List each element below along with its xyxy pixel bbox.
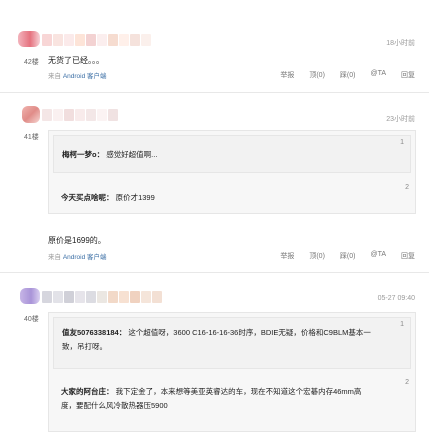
post-time: 23小时前 (386, 116, 415, 123)
quote-author[interactable]: 值友5076338184： (62, 328, 126, 337)
post-actions: 举报 顶(0) 踩(0) @TA 回复 (280, 251, 415, 261)
floor-number: 41楼 (24, 134, 39, 141)
quote-text: 值友5076338184： 这个超值呀，3600 C16-16-16-36时序，… (62, 326, 371, 354)
quote-body: 感觉好超值啊... (106, 150, 158, 159)
source-prefix: 来自 (48, 73, 61, 80)
quote-body: 原价才1399 (115, 193, 155, 202)
quote-number: 2 (405, 184, 409, 191)
username-blurred[interactable] (42, 290, 163, 303)
report-button[interactable]: 举报 (280, 70, 294, 80)
report-button[interactable]: 举报 (280, 251, 294, 261)
quote-number: 2 (405, 379, 409, 386)
nested-quote-block: 1 值友5076338184： 这个超值呀，3600 C16-16-16-36时… (53, 317, 411, 369)
quote-author[interactable]: 今天买点啥呢： (61, 193, 114, 202)
post-time: 05-27 09:40 (377, 295, 415, 302)
quote-body-line-1: 这个超值呀，3600 C16-16-16-36时序，BDIE无疑，价格和C9BL… (128, 328, 371, 337)
reply-button[interactable]: 回复 (401, 70, 415, 80)
source-prefix: 来自 (48, 254, 61, 261)
quote-block: 1 值友5076338184： 这个超值呀，3600 C16-16-16-36时… (48, 312, 416, 432)
quote-body-line-2: 度，要配什么风冷散热器压5900 (61, 401, 168, 410)
downvote-button[interactable]: 踩(0) (340, 251, 356, 261)
quote-text: 今天买点啥呢： 原价才1399 (61, 191, 155, 205)
floor-number: 40楼 (24, 316, 39, 323)
source-client-link[interactable]: Android 客户端 (63, 254, 107, 261)
post-actions: 举报 顶(0) 踩(0) @TA 回复 (280, 70, 415, 80)
quote-block: 1 梅柯一梦o： 感觉好超值啊... 2 今天买点啥呢： 原价才1399 (48, 130, 416, 214)
post-content: 原价是1699的。 (48, 236, 106, 245)
mention-button[interactable]: @TA (370, 251, 386, 261)
upvote-button[interactable]: 顶(0) (309, 251, 325, 261)
username-blurred[interactable] (42, 108, 119, 121)
post-time: 18小时前 (386, 40, 415, 47)
nested-quote-block: 1 梅柯一梦o： 感觉好超值啊... (53, 135, 411, 173)
downvote-button[interactable]: 踩(0) (340, 70, 356, 80)
avatar[interactable] (18, 31, 40, 47)
upvote-button[interactable]: 顶(0) (309, 70, 325, 80)
quote-text: 梅柯一梦o： 感觉好超值啊... (62, 148, 157, 162)
quote-number: 1 (400, 321, 404, 328)
divider (0, 272, 429, 273)
divider (0, 92, 429, 93)
username-blurred[interactable] (42, 33, 152, 46)
floor-number: 42楼 (24, 59, 39, 66)
quote-text: 大家的阿台庄： 我下定金了，本来想等美亚英睿达的车，现在不知道这个宏碁内存46m… (61, 385, 361, 413)
post-source: 来自 Android 客户端 (48, 70, 107, 80)
quote-body-line-2: 致，吊打呀。 (62, 342, 107, 351)
avatar[interactable] (22, 106, 40, 123)
reply-button[interactable]: 回复 (401, 251, 415, 261)
mention-button[interactable]: @TA (370, 70, 386, 80)
quote-body-line-1: 我下定金了，本来想等美亚英睿达的车，现在不知道这个宏碁内存46mm高 (115, 387, 362, 396)
source-client-link[interactable]: Android 客户端 (63, 73, 107, 80)
quote-author[interactable]: 大家的阿台庄： (61, 387, 114, 396)
post-source: 来自 Android 客户端 (48, 251, 107, 261)
avatar[interactable] (20, 288, 40, 304)
post-content: 无货了已经。。。 (48, 56, 104, 65)
quote-author[interactable]: 梅柯一梦o： (62, 150, 104, 159)
quote-number: 1 (400, 139, 404, 146)
